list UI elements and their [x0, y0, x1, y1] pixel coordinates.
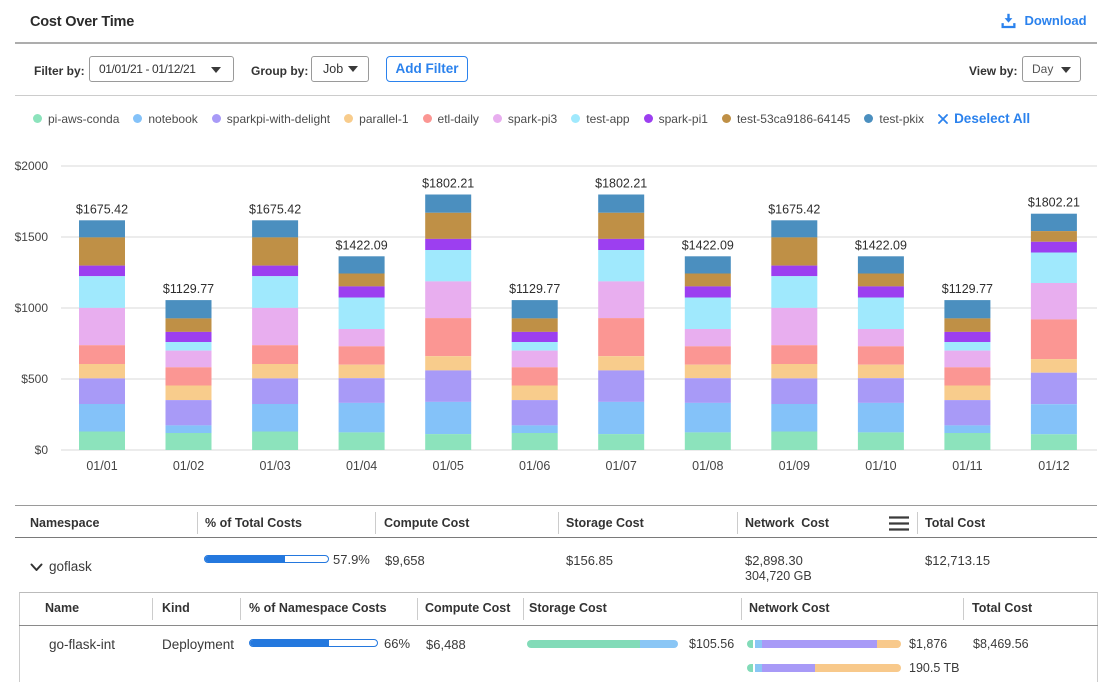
svg-text:$1802.21: $1802.21	[1028, 196, 1080, 210]
svg-text:$1422.09: $1422.09	[855, 238, 907, 252]
svg-text:01/05: 01/05	[433, 459, 464, 473]
svg-text:$500: $500	[21, 372, 48, 386]
svg-text:$1675.42: $1675.42	[76, 202, 128, 216]
svg-text:01/10: 01/10	[865, 459, 896, 473]
svg-text:$1129.77: $1129.77	[509, 282, 560, 296]
svg-text:01/02: 01/02	[173, 459, 204, 473]
svg-text:$1000: $1000	[15, 301, 49, 315]
svg-text:$1675.42: $1675.42	[768, 202, 820, 216]
svg-text:01/06: 01/06	[519, 459, 550, 473]
svg-text:$1422.09: $1422.09	[336, 238, 388, 252]
svg-text:01/01: 01/01	[86, 459, 117, 473]
svg-text:$1500: $1500	[15, 230, 49, 244]
svg-text:$1422.09: $1422.09	[682, 238, 734, 252]
svg-text:$2000: $2000	[15, 159, 49, 173]
svg-text:01/11: 01/11	[952, 459, 982, 473]
svg-text:01/09: 01/09	[779, 459, 810, 473]
svg-text:$1129.77: $1129.77	[163, 282, 214, 296]
svg-text:$1675.42: $1675.42	[249, 202, 301, 216]
svg-text:$0: $0	[35, 443, 49, 457]
svg-text:$1802.21: $1802.21	[422, 177, 474, 191]
svg-text:01/04: 01/04	[346, 459, 377, 473]
svg-text:$1129.77: $1129.77	[942, 282, 993, 296]
svg-text:01/12: 01/12	[1038, 459, 1069, 473]
svg-text:01/03: 01/03	[259, 459, 290, 473]
svg-text:$1802.21: $1802.21	[595, 177, 647, 191]
svg-text:01/07: 01/07	[606, 459, 637, 473]
svg-text:01/08: 01/08	[692, 459, 723, 473]
